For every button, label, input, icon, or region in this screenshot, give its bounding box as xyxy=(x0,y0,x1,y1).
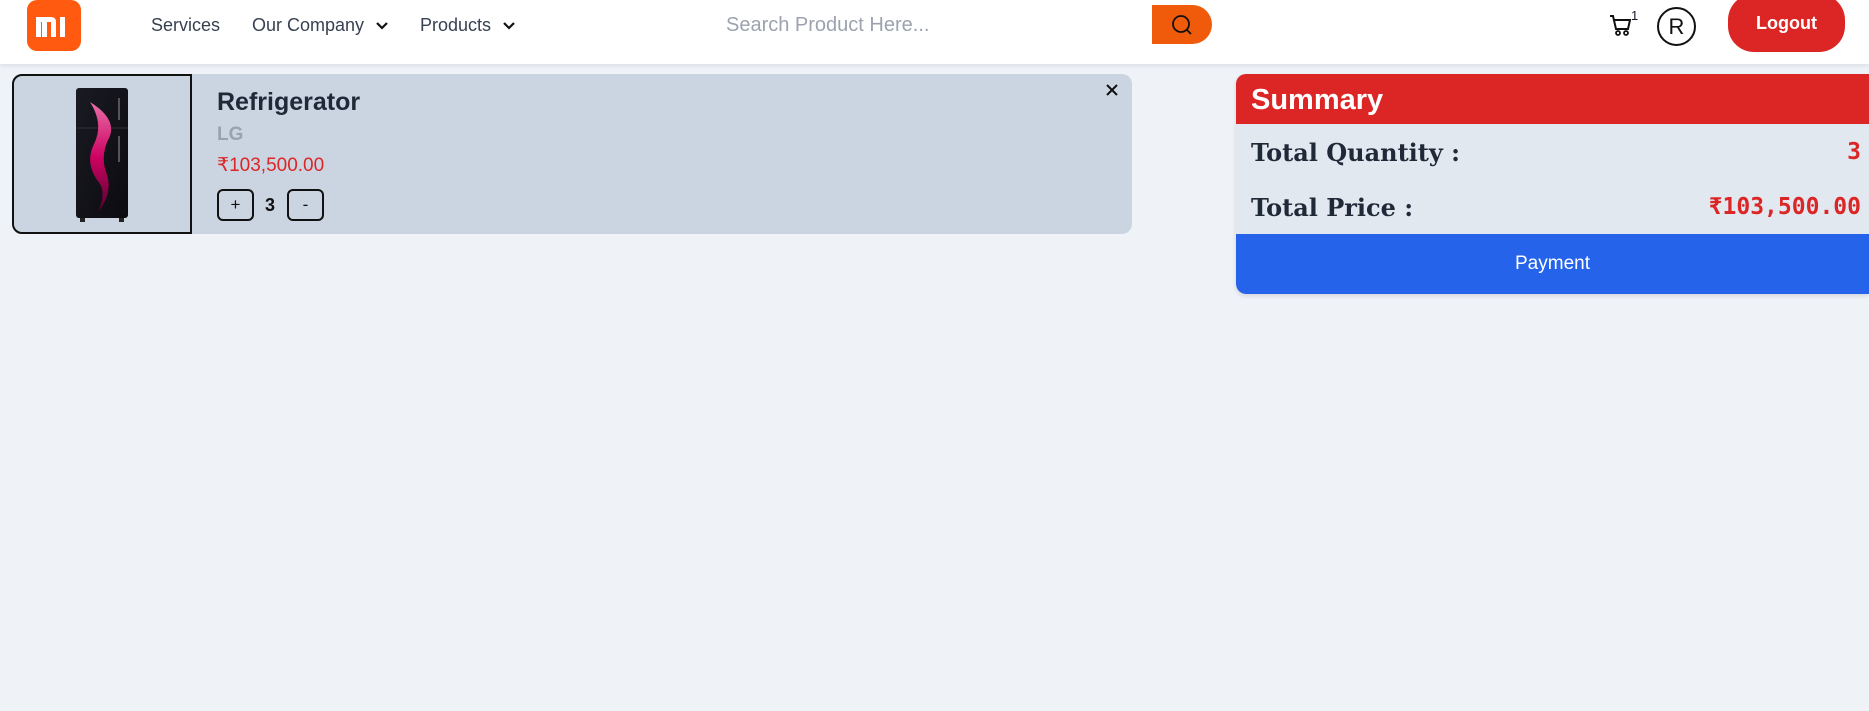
increase-quantity-button[interactable]: + xyxy=(217,189,254,221)
nav-products-label: Products xyxy=(420,15,492,35)
total-quantity-value: 3 xyxy=(1847,139,1861,165)
search-icon xyxy=(1172,14,1192,35)
nav-products[interactable]: Products xyxy=(420,0,517,51)
nav-services-label: Services xyxy=(151,15,221,35)
total-price-row: Total Price : ₹103,500.00 xyxy=(1251,187,1861,227)
quantity-value: 3 xyxy=(265,195,276,215)
product-price: ₹103,500.00 xyxy=(217,155,325,176)
decrease-quantity-button[interactable]: - xyxy=(287,189,324,221)
product-name: Refrigerator xyxy=(217,88,361,116)
order-summary: Summary Total Quantity : 3 Total Price :… xyxy=(1236,74,1869,294)
mi-logo-icon[interactable] xyxy=(27,0,81,51)
total-quantity-row: Total Quantity : 3 xyxy=(1251,132,1861,172)
cart-count-badge: 1 xyxy=(1631,8,1639,23)
logout-button[interactable]: Logout xyxy=(1728,0,1845,52)
product-brand: LG xyxy=(217,124,244,145)
cart-item: Refrigerator LG ₹103,500.00 + 3 - xyxy=(12,74,1132,234)
nav-company-label: Our Company xyxy=(252,15,365,35)
summary-title: Summary xyxy=(1236,74,1869,124)
payment-button[interactable]: Payment xyxy=(1236,234,1869,294)
chevron-down-icon xyxy=(503,21,515,30)
total-price-label: Total Price : xyxy=(1251,192,1414,222)
total-price-value: ₹103,500.00 xyxy=(1708,194,1861,220)
avatar[interactable]: R xyxy=(1657,7,1696,46)
chevron-down-icon xyxy=(376,21,388,30)
mi-logo-glyph xyxy=(36,16,65,37)
search-input[interactable] xyxy=(716,6,1146,44)
total-quantity-label: Total Quantity : xyxy=(1251,137,1461,167)
top-navbar: Services Our Company Products 1 xyxy=(0,0,1869,64)
refrigerator-image xyxy=(76,88,128,222)
product-image xyxy=(12,74,192,234)
search-button[interactable] xyxy=(1152,5,1212,44)
nav-services[interactable]: Services xyxy=(151,0,220,51)
close-icon xyxy=(1106,84,1118,96)
nav-our-company[interactable]: Our Company xyxy=(252,0,390,51)
remove-item-button[interactable] xyxy=(1102,80,1122,100)
